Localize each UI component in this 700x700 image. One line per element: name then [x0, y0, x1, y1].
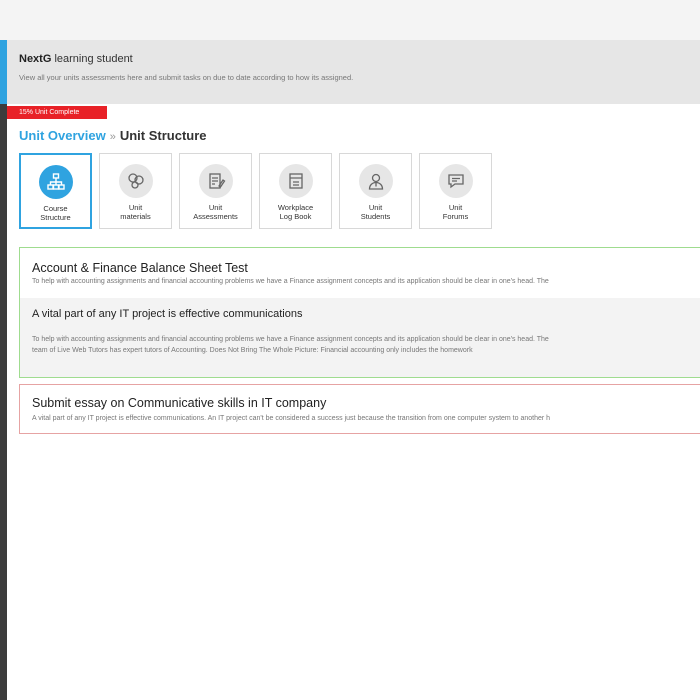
sub-panel-title: A vital part of any IT project is effect… [32, 308, 303, 320]
card-sub-panel: A vital part of any IT project is effect… [20, 298, 700, 377]
page-header: NextG learning student View all your uni… [7, 40, 700, 104]
sub-panel-text: To help with accounting assignments and … [32, 336, 549, 343]
card-title: Account & Finance Balance Sheet Test [32, 261, 248, 275]
tile-label: Unit Forums [442, 203, 469, 221]
top-bar [0, 0, 700, 40]
sidebar-active-indicator [0, 40, 7, 104]
tile-unit-forums[interactable]: Unit Forums [419, 153, 492, 229]
tile-label: Workplace Log Book [277, 203, 314, 221]
title-suffix: learning student [51, 53, 133, 65]
org-chart-icon [38, 165, 73, 199]
tile-unit-materials[interactable]: Unit materials [99, 153, 172, 229]
circles-icon [118, 164, 153, 198]
tile-label: Unit Students [360, 203, 391, 221]
student-icon [358, 164, 393, 198]
page: NextG learning student View all your uni… [0, 0, 700, 700]
sidebar [0, 40, 7, 700]
tile-label: Unit materials [120, 203, 151, 221]
chat-icon [438, 164, 473, 198]
tile-unit-students[interactable]: Unit Students [339, 153, 412, 229]
progress-badge: 15% Unit Complete [7, 106, 107, 119]
card-description: To help with accounting assignments and … [32, 278, 549, 285]
card-description: A vital part of any IT project is effect… [32, 415, 551, 422]
page-title: NextG learning student [19, 53, 133, 65]
tile-label: Unit Assessments [193, 203, 238, 221]
assessment-card-finance[interactable]: Account & Finance Balance Sheet Test To … [19, 247, 700, 378]
breadcrumb-current: Unit Structure [119, 128, 207, 143]
tile-course-structure[interactable]: Course Structure [19, 153, 92, 229]
document-edit-icon [198, 164, 233, 198]
breadcrumb: Unit Overview» Unit Structure [19, 128, 207, 143]
logbook-icon [278, 164, 313, 198]
assessment-card-essay[interactable]: Submit essay on Communicative skills in … [19, 384, 700, 434]
card-title: Submit essay on Communicative skills in … [32, 396, 327, 410]
sub-panel-text: team of Live Web Tutors has expert tutor… [32, 347, 473, 354]
tile-unit-assessments[interactable]: Unit Assessments [179, 153, 252, 229]
breadcrumb-link-unit-overview[interactable]: Unit Overview [19, 128, 106, 143]
brand-name: NextG [19, 53, 52, 65]
page-subtitle: View all your units assessments here and… [19, 73, 354, 82]
breadcrumb-separator: » [109, 131, 116, 143]
tile-workplace-log-book[interactable]: Workplace Log Book [259, 153, 332, 229]
tile-label: Course Structure [40, 204, 71, 222]
